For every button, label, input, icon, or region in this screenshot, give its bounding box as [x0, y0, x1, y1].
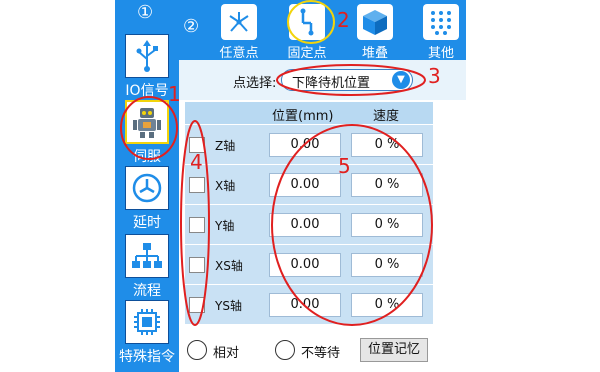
table-header: 位置(mm) 速度: [185, 102, 433, 124]
point-select-label: 点选择:: [233, 76, 277, 91]
axis-label: Y轴: [215, 219, 235, 233]
tab-label: 堆叠: [361, 46, 388, 61]
axis-label: XS轴: [215, 259, 243, 273]
no-wait-label: 不等待: [301, 346, 341, 361]
stack-box-icon: [357, 4, 393, 40]
tab-label: 任意点: [219, 46, 259, 61]
tab-other[interactable]: 其他: [411, 2, 471, 61]
axis-label: Z轴: [215, 139, 236, 153]
chip-icon: [125, 300, 169, 344]
annotation-circle-3: [276, 64, 426, 96]
sidebar-badge: ①: [137, 2, 154, 23]
annotation-circle-2: [287, 0, 335, 44]
tab-stack[interactable]: 堆叠: [345, 2, 405, 61]
scatter-points-icon: [221, 4, 257, 40]
flowchart-icon: [125, 234, 169, 278]
annotation-number-4: 4: [190, 150, 203, 174]
annotation-number-5: 5: [338, 154, 351, 178]
usb-icon: [125, 34, 169, 78]
sidebar-item-label: 特殊指令: [119, 349, 175, 365]
tab-bar-badge: ②: [183, 16, 200, 37]
left-sidebar: ① IO信号 伺服 延时 流程 特殊指令: [115, 0, 179, 372]
annotation-number-2: 2: [337, 8, 350, 32]
axis-label: X轴: [215, 179, 236, 193]
dot-grid-icon: [423, 4, 459, 40]
position-memory-button[interactable]: 位置记忆: [360, 338, 428, 362]
annotation-number-3: 3: [428, 64, 441, 88]
bottom-bar: 相对 不等待 位置记忆: [179, 330, 466, 372]
tab-arbitrary-point[interactable]: 任意点: [209, 2, 269, 61]
relative-radio[interactable]: [187, 340, 207, 360]
tab-label: 其他: [427, 46, 454, 61]
sidebar-item-label: 延时: [133, 215, 161, 231]
annotation-circle-5: [271, 124, 433, 326]
no-wait-radio[interactable]: [275, 340, 295, 360]
clock-icon: [125, 166, 169, 210]
relative-label: 相对: [213, 346, 240, 361]
sidebar-item-label: 流程: [133, 283, 161, 299]
axis-label: YS轴: [215, 299, 242, 313]
